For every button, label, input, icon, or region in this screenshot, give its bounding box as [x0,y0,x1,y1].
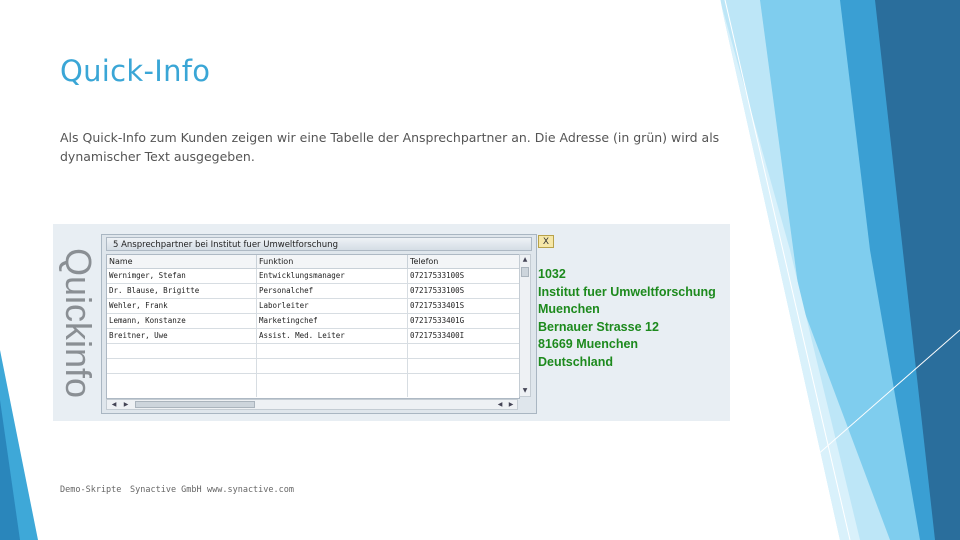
cell-phone: 07217533100S [410,271,465,280]
left-decoration [0,350,38,540]
address-line-city: Muenchen [538,302,600,316]
horizontal-scroll-thumb[interactable] [135,401,255,408]
cell-phone: 07217533100S [410,286,465,295]
slide-title: Quick-Info [60,54,211,88]
scroll-right-small-icon[interactable]: ▶ [121,400,131,410]
scroll-left-end-icon[interactable]: ◀ [495,400,505,410]
cell-name: Wernimger, Stefan [107,269,257,283]
table-row-empty[interactable] [107,359,519,374]
contacts-table-window: 5 Ansprechpartner bei Institut fuer Umwe… [101,234,537,414]
column-header-phone[interactable]: Telefon [408,255,519,268]
footer-right: www.synactive.com [207,485,294,495]
column-header-name[interactable]: Name [107,255,257,268]
address-line-zip-city: 81669 Muenchen [538,337,639,351]
cell-name: Breitner, Uwe [107,329,257,343]
cell-function: Personalchef [257,284,408,298]
quickinfo-vertical-label: Quickinfo [55,224,101,421]
table-row-empty[interactable] [107,374,519,397]
table-row[interactable]: Wehler, Frank Laborleiter 07217533401S [107,299,519,314]
cell-empty [408,344,519,358]
slide-body-text: Als Quick-Info zum Kunden zeigen wir ein… [60,130,720,164]
footer-left: Demo-Skripte [60,485,122,495]
address-line-name: Institut fuer Umweltforschung [538,284,716,299]
cell-function: Assist. Med. Leiter [257,329,408,343]
vertical-scroll-thumb[interactable] [521,267,529,277]
vertical-scrollbar[interactable]: ▲ ▼ [519,254,531,397]
cell-empty [107,344,257,358]
footer-middle: Synactive GmbH [130,485,202,495]
cell-empty [257,359,408,373]
cell-empty [257,344,408,358]
cell-phone: 07217533400I [410,331,465,340]
address-block: 1032 Institut fuer Umweltforschung Muenc… [538,266,716,371]
close-button[interactable]: X [538,235,554,248]
table-row[interactable]: Wernimger, Stefan Entwicklungsmanager 07… [107,269,519,284]
scroll-down-icon[interactable]: ▼ [520,386,530,396]
address-line-street: Bernauer Strasse 12 [538,319,659,334]
table-row-empty[interactable] [107,344,519,359]
cell-name: Wehler, Frank [107,299,257,313]
cell-empty [107,374,257,397]
column-header-function[interactable]: Funktion [257,255,408,268]
table-header-row: Name Funktion Telefon [107,255,519,269]
cell-empty [257,374,408,397]
cell-function: Laborleiter [257,299,408,313]
cell-empty [408,359,519,373]
cell-empty [107,359,257,373]
address-line-customer-number: 1032 [538,267,566,281]
table-row[interactable]: Dr. Blause, Brigitte Personalchef 072175… [107,284,519,299]
cell-function: Marketingchef [257,314,408,328]
horizontal-scrollbar[interactable]: ◀ ▶ ◀ ▶ [106,399,518,410]
scroll-left-icon[interactable]: ◀ [109,400,119,410]
address-line-country: Deutschland [538,354,614,369]
contacts-table: Name Funktion Telefon Wernimger, Stefan … [106,254,520,399]
quickinfo-label-text: Quickinfo [58,247,99,398]
scroll-up-icon[interactable]: ▲ [520,255,530,265]
quickinfo-screenshot: Quickinfo 5 Ansprechpartner bei Institut… [53,224,730,421]
table-window-title: 5 Ansprechpartner bei Institut fuer Umwe… [106,237,532,251]
scroll-right-icon[interactable]: ▶ [506,400,516,410]
cell-phone: 07217533401S [410,301,465,310]
cell-name: Dr. Blause, Brigitte [107,284,257,298]
table-row[interactable]: Breitner, Uwe Assist. Med. Leiter 072175… [107,329,519,344]
right-decoration [720,0,960,540]
cell-name: Lemann, Konstanze [107,314,257,328]
table-row[interactable]: Lemann, Konstanze Marketingchef 07217533… [107,314,519,329]
cell-empty [408,374,519,397]
cell-phone: 07217533401G [410,316,465,325]
cell-function: Entwicklungsmanager [257,269,408,283]
